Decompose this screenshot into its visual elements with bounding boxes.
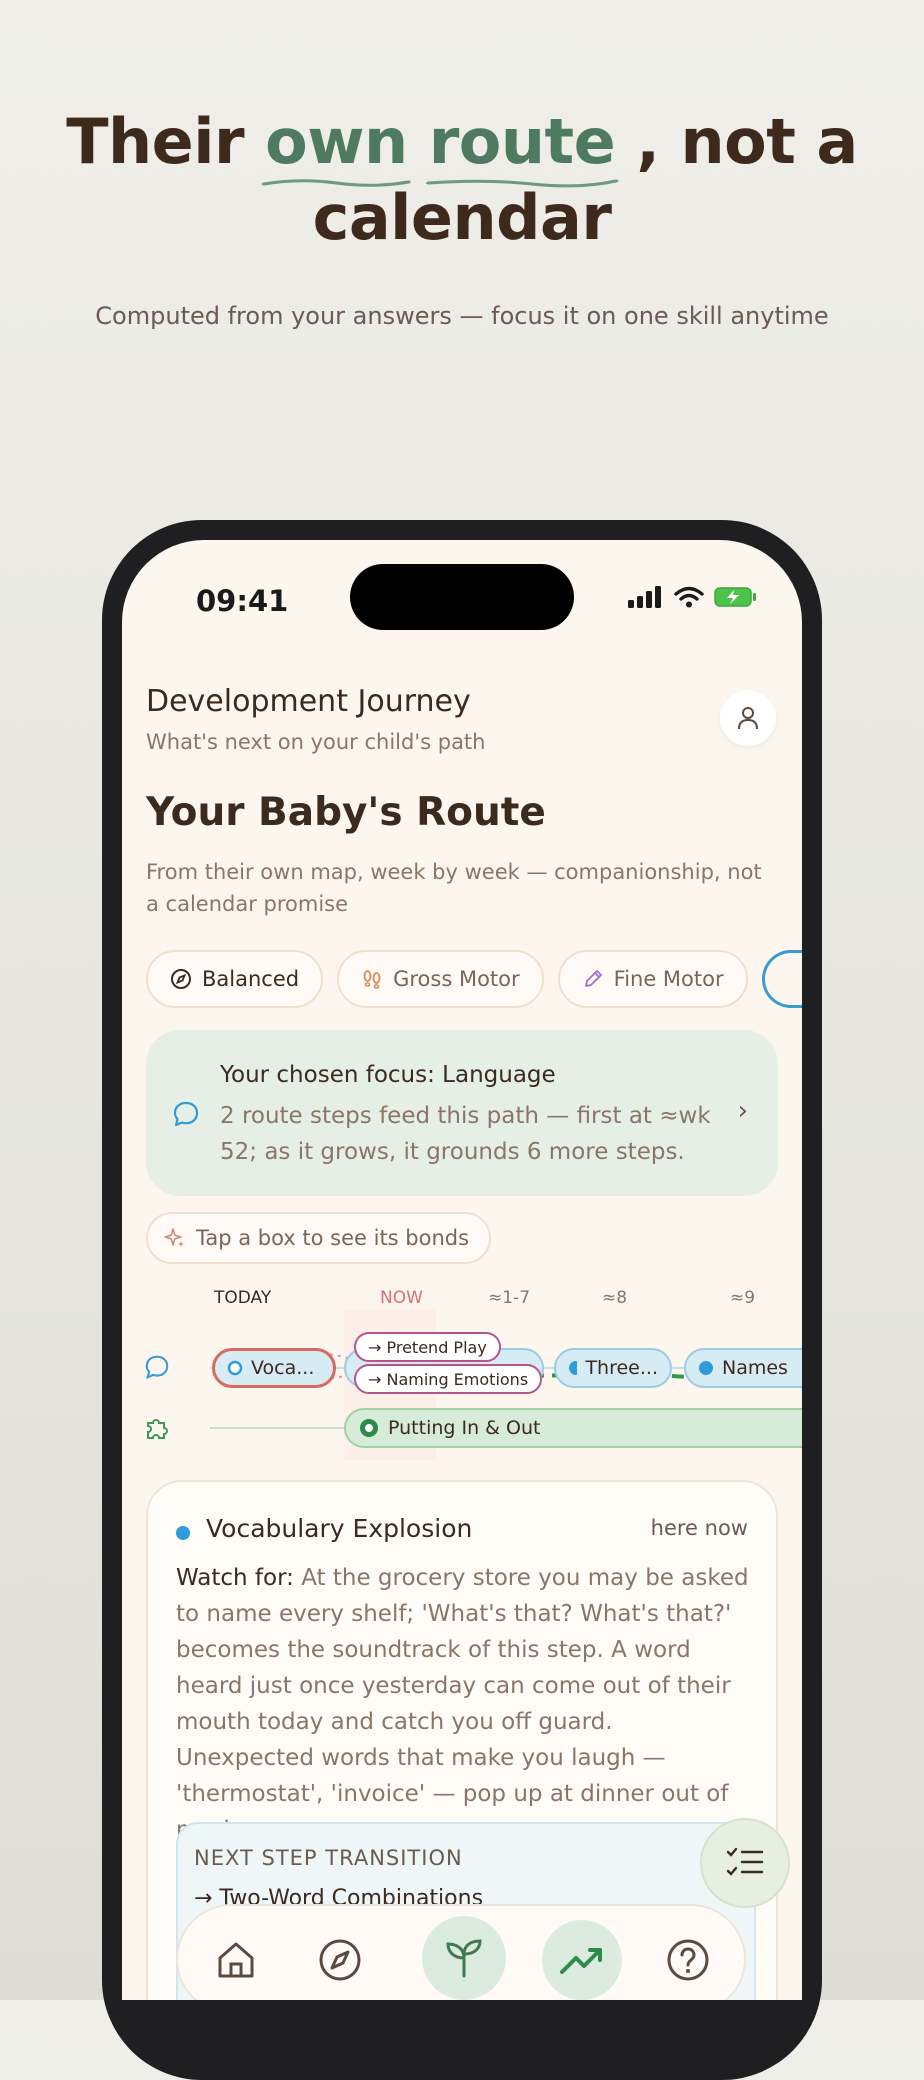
language-lane-icon xyxy=(145,1355,169,1379)
trending-up-icon xyxy=(560,1948,602,1974)
chip-language-partial[interactable] xyxy=(761,950,802,1008)
chip-label: Fine Motor xyxy=(613,967,724,991)
focus-chips: Balanced Gross Motor Fine Motor xyxy=(146,950,802,1008)
hero-subline: Computed from your answers — focus it on… xyxy=(95,302,829,330)
phone-screen: 09:41 Development Journey What's next on… xyxy=(122,540,802,2000)
tap-hint[interactable]: Tap a box to see its bonds xyxy=(146,1212,492,1264)
puzzle-lane-icon xyxy=(147,1419,168,1439)
step-status: here now xyxy=(650,1516,748,1540)
ring-icon xyxy=(227,1360,243,1376)
wifi-icon xyxy=(674,586,704,608)
dot-icon xyxy=(699,1361,713,1375)
home-icon xyxy=(218,1942,254,1978)
headline-text: Their xyxy=(66,105,266,178)
timeline-header-now: NOW xyxy=(380,1288,423,1308)
chevron-right-icon: › xyxy=(737,1096,748,1126)
sprout-icon xyxy=(446,1939,482,1978)
page-title: Development Journey xyxy=(146,684,471,719)
hero-headline: Their own route , not a calendar xyxy=(0,104,924,256)
chip-label: Gross Motor xyxy=(393,967,520,991)
next-step-label: NEXT STEP TRANSITION xyxy=(194,1846,463,1870)
compass-icon xyxy=(319,1939,361,1981)
bond-naming-emotions[interactable]: → Naming Emotions xyxy=(354,1364,543,1394)
profile-button[interactable] xyxy=(720,690,776,746)
node-names[interactable]: Names xyxy=(684,1348,802,1388)
node-three-words[interactable]: Three... xyxy=(554,1348,672,1388)
compass-icon xyxy=(171,969,191,989)
dot-icon xyxy=(569,1361,578,1375)
dynamic-island xyxy=(350,564,574,630)
headline-line2: calendar xyxy=(312,181,612,254)
tap-hint-label: Tap a box to see its bonds xyxy=(196,1226,470,1250)
timeline-header-w8: ≈8 xyxy=(602,1288,628,1308)
timeline-header-w1: ≈1-7 xyxy=(488,1288,531,1308)
bottom-tab-bar xyxy=(176,1904,746,2000)
watch-for-text: Watch for: At the grocery store you may … xyxy=(176,1565,749,1843)
status-time: 09:41 xyxy=(196,584,289,618)
chip-gross-motor[interactable]: Gross Motor xyxy=(337,950,544,1008)
pencil-icon xyxy=(584,970,602,987)
tab-help[interactable] xyxy=(648,1920,728,2000)
headline-text-2: , not a xyxy=(615,105,858,178)
focus-title: Your chosen focus: Language xyxy=(220,1062,556,1088)
battery-icon xyxy=(714,587,756,607)
chip-fine-motor[interactable]: Fine Motor xyxy=(557,950,748,1008)
tab-explore[interactable] xyxy=(300,1920,380,2000)
focus-detail: 2 route steps feed this path — first at … xyxy=(220,1103,711,1165)
timeline-header-today: TODAY xyxy=(214,1288,272,1308)
ring-icon xyxy=(360,1419,378,1437)
tab-home[interactable] xyxy=(196,1920,276,2000)
route-timeline: Voca... Three... Names → Pretend Play → … xyxy=(122,1310,802,1490)
chip-balanced[interactable]: Balanced xyxy=(146,950,324,1008)
node-putting-in-out[interactable]: Putting In & Out xyxy=(344,1408,802,1448)
sparkle-icon xyxy=(164,1228,184,1247)
signal-icon xyxy=(628,586,661,608)
page-subtitle: What's next on your child's path xyxy=(146,730,486,754)
route-title: Your Baby's Route xyxy=(146,790,546,835)
headline-own: own xyxy=(261,104,411,187)
footprints-icon xyxy=(363,970,381,989)
status-icons xyxy=(628,586,758,608)
step-title: Vocabulary Explosion xyxy=(206,1514,473,1543)
node-vocabulary[interactable]: Voca... xyxy=(212,1348,336,1388)
bond-pretend-play[interactable]: → Pretend Play xyxy=(354,1332,501,1362)
tab-journey[interactable] xyxy=(542,1920,622,2000)
help-icon xyxy=(667,1939,709,1981)
timeline-header-w9: ≈9 xyxy=(730,1288,756,1308)
chip-label: Balanced xyxy=(202,967,300,991)
checklist-icon xyxy=(726,1847,764,1876)
checklist-button[interactable] xyxy=(700,1818,790,1908)
route-description: From their own map, week by week — compa… xyxy=(146,860,762,916)
status-dot xyxy=(176,1526,190,1540)
speech-bubble-icon xyxy=(173,1101,199,1127)
focus-card[interactable]: Your chosen focus: Language 2 route step… xyxy=(146,1030,778,1196)
tab-growth[interactable] xyxy=(422,1916,506,2000)
headline-route: route xyxy=(425,104,619,188)
user-icon xyxy=(738,707,758,730)
